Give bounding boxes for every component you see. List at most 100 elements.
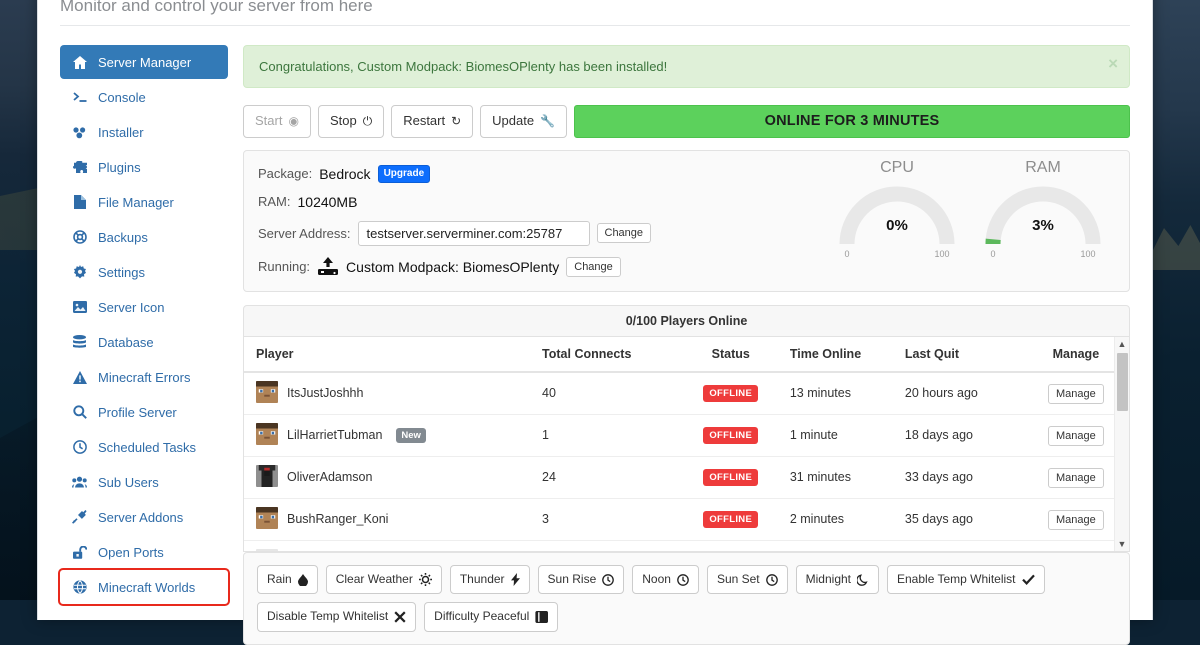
column-header-player: Player bbox=[244, 336, 537, 373]
gear-icon bbox=[71, 265, 88, 279]
sidebar-item-label: Installer bbox=[98, 124, 144, 140]
close-icon[interactable]: × bbox=[1108, 55, 1118, 72]
gauge-max-label: 100 bbox=[934, 248, 950, 259]
table-row: OliverAdamson 24 OFFLINE 31 minutes 33 days … bbox=[244, 456, 1129, 499]
table-row: ItsJustJoshhh 40 OFFLINE 13 minutes 20 hours… bbox=[244, 371, 1129, 415]
manage-button[interactable]: Manage bbox=[1048, 384, 1104, 405]
sidebar-item-installer[interactable]: Installer bbox=[60, 115, 228, 149]
gauge-title: CPU bbox=[880, 158, 914, 176]
manage-button[interactable]: Manage bbox=[1048, 426, 1104, 447]
sidebar-item-label: Database bbox=[98, 334, 154, 350]
command-button-midnight[interactable]: Midnight bbox=[795, 564, 879, 595]
sidebar-item-plugins[interactable]: Plugins bbox=[60, 150, 228, 184]
scroll-up-icon[interactable]: ▲ bbox=[1115, 337, 1129, 351]
command-button-sun-rise[interactable]: Sun Rise bbox=[537, 564, 625, 595]
time-online: 2 minutes bbox=[783, 498, 899, 541]
sidebar-item-console[interactable]: Console bbox=[60, 80, 228, 114]
sidebar-item-file-manager[interactable]: File Manager bbox=[60, 185, 228, 219]
sidebar-item-database[interactable]: Database bbox=[60, 325, 228, 359]
sidebar-item-profile-server[interactable]: Profile Server bbox=[60, 395, 228, 429]
sidebar-item-server-addons[interactable]: Server Addons bbox=[60, 500, 228, 534]
player-name: LilHarrietTubman bbox=[287, 428, 383, 443]
command-button-rain[interactable]: Rain bbox=[257, 564, 318, 595]
manage-button[interactable]: Manage bbox=[1048, 510, 1104, 531]
command-button-label: Clear Weather bbox=[335, 571, 413, 586]
manage-button[interactable]: Manage bbox=[1048, 468, 1104, 489]
status-badge: OFFLINE bbox=[703, 384, 759, 402]
new-badge[interactable]: New bbox=[396, 427, 426, 444]
plug-icon bbox=[71, 510, 88, 524]
package-label: Package: bbox=[258, 166, 313, 182]
scroll-down-icon[interactable]: ▼ bbox=[1115, 537, 1129, 551]
stop-button[interactable]: Stop ⏻ bbox=[317, 105, 385, 138]
sidebar-item-sub-users[interactable]: Sub Users bbox=[60, 465, 228, 499]
gauge-value: 3% bbox=[1032, 216, 1054, 234]
sidebar-item-label: Minecraft Errors bbox=[98, 369, 191, 385]
change-address-button[interactable]: Change bbox=[596, 223, 652, 244]
image-icon bbox=[71, 301, 88, 313]
command-button-enable-temp-whitelist[interactable]: Enable Temp Whitelist bbox=[887, 564, 1045, 595]
sidebar-item-label: Server Manager bbox=[98, 54, 192, 70]
server-control-row: Start ◉ Stop ⏻ Restart ↻ Update 🔧 ONLINE… bbox=[243, 105, 1130, 138]
sidebar-item-label: Sub Users bbox=[98, 474, 159, 490]
sidebar-item-settings[interactable]: Settings bbox=[60, 255, 228, 289]
command-button-noon[interactable]: Noon bbox=[632, 564, 699, 595]
lifebuoy-icon bbox=[71, 230, 88, 244]
success-alert: Congratulations, Custom Modpack: BiomesO… bbox=[243, 45, 1130, 88]
command-button-thunder[interactable]: Thunder bbox=[449, 564, 530, 595]
player-name: OliverAdamson bbox=[287, 470, 373, 485]
page-body: Server Manager Console Installer Plugins Fil… bbox=[38, 26, 1152, 645]
last-quit: 35 days ago bbox=[898, 540, 1023, 551]
time-online: 25 minutes bbox=[783, 540, 899, 551]
avatar bbox=[256, 380, 278, 406]
command-button-difficulty-peaceful[interactable]: Difficulty Peaceful bbox=[424, 602, 559, 632]
players-table: Player Total Connects Status Time Online Las… bbox=[244, 336, 1129, 551]
sidebar-item-server-manager[interactable]: Server Manager bbox=[60, 45, 228, 79]
table-scrollbar[interactable]: ▲ ▼ bbox=[1114, 336, 1129, 551]
restart-button[interactable]: Restart ↻ bbox=[391, 105, 474, 138]
command-button-disable-temp-whitelist[interactable]: Disable Temp Whitelist bbox=[257, 602, 417, 632]
package-value: Bedrock bbox=[319, 165, 371, 182]
book-icon bbox=[535, 610, 549, 623]
sidebar-item-server-icon[interactable]: Server Icon bbox=[60, 290, 228, 324]
server-info-panel: Package: Bedrock Upgrade RAM: 10240MB Se… bbox=[243, 149, 1130, 292]
command-button-sun-set[interactable]: Sun Set bbox=[706, 564, 788, 595]
column-header-status: Status bbox=[677, 336, 784, 373]
players-table-container: Player Total Connects Status Time Online Las… bbox=[243, 336, 1130, 552]
table-header-row: Player Total Connects Status Time Online Las… bbox=[244, 336, 1129, 373]
upgrade-button[interactable]: Upgrade bbox=[377, 164, 431, 183]
water-drop-icon bbox=[297, 573, 308, 586]
status-badge: OFFLINE bbox=[703, 468, 759, 486]
gauge-max-label: 100 bbox=[1080, 248, 1096, 259]
sidebar-item-label: Server Addons bbox=[98, 509, 184, 525]
sidebar-item-label: Plugins bbox=[98, 159, 141, 175]
status-badge: ONLINE FOR 3 MINUTES bbox=[574, 105, 1130, 138]
sidebar-item-scheduled-tasks[interactable]: Scheduled Tasks bbox=[60, 430, 228, 464]
start-button[interactable]: Start ◉ bbox=[243, 105, 311, 138]
server-address-input[interactable]: testserver.serverminer.com:25787 bbox=[357, 220, 590, 246]
update-button[interactable]: Update 🔧 bbox=[480, 105, 568, 138]
server-address-row: Server Address: testserver.serverminer.c… bbox=[258, 220, 829, 246]
command-button-clear-weather[interactable]: Clear Weather bbox=[325, 564, 442, 595]
sidebar-item-label: Settings bbox=[98, 264, 145, 280]
table-row: LilHarrietTubman New 1 OFFLINE 1 minute 18 da… bbox=[244, 414, 1129, 457]
sidebar-item-backups[interactable]: Backups bbox=[60, 220, 228, 254]
power-off-icon: ⏻ bbox=[362, 113, 373, 128]
main-content: Congratulations, Custom Modpack: BiomesO… bbox=[228, 45, 1130, 645]
sidebar-item-label: Scheduled Tasks bbox=[98, 439, 197, 455]
last-quit: 35 days ago bbox=[898, 498, 1023, 541]
ram-row: RAM: 10240MB bbox=[258, 194, 829, 210]
command-button-label: Sun Set bbox=[716, 571, 760, 586]
gauge-title: RAM bbox=[1025, 158, 1061, 176]
change-running-button[interactable]: Change bbox=[566, 256, 621, 277]
sun-icon bbox=[418, 573, 432, 587]
sidebar-item-minecraft-worlds[interactable]: Minecraft Worlds bbox=[58, 568, 230, 606]
sidebar-item-minecraft-errors[interactable]: Minecraft Errors bbox=[60, 360, 228, 394]
quick-commands-panel: Rain Clear Weather Thunder Sun Rise Noon Sun … bbox=[243, 551, 1130, 645]
page-subtitle: Monitor and control your server from her… bbox=[60, 0, 373, 15]
time-online: 31 minutes bbox=[783, 456, 899, 499]
time-online: 13 minutes bbox=[783, 371, 899, 415]
scrollbar-thumb[interactable] bbox=[1117, 352, 1128, 411]
sidebar-item-open-ports[interactable]: Open Ports bbox=[60, 535, 228, 569]
column-header-last-quit: Last Quit bbox=[898, 336, 1023, 373]
